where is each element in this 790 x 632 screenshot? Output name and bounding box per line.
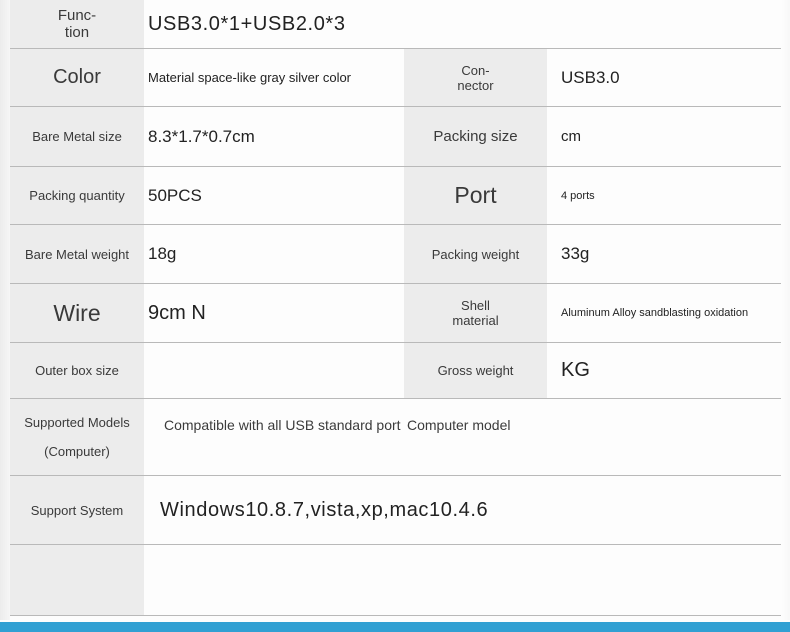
row-label-shell-material-line2: material: [452, 313, 498, 328]
row-label-bare-metal-weight: Bare Metal weight: [10, 225, 144, 283]
row-label-outer-box-size: Outer box size: [10, 343, 144, 398]
row-value-color: Material space-like gray silver color: [144, 49, 404, 106]
row-label-blank: [10, 545, 144, 615]
row-label-packing-quantity: Packing quantity: [10, 167, 144, 224]
row-label-function-line1: Func-: [58, 7, 96, 24]
row-label-packing-weight: Packing weight: [404, 225, 547, 283]
row-value-outer-box-size: [144, 343, 404, 398]
row-label-function: Func- tion: [10, 0, 144, 48]
row-label-supported-models-line2: (Computer): [44, 444, 110, 459]
row-value-packing-quantity: 50PCS: [144, 167, 404, 224]
row-value-shell-material: Aluminum Alloy sandblasting oxidation: [547, 284, 781, 342]
row-label-function-line2: tion: [65, 24, 89, 41]
table-row: Packing quantity 50PCS Port 4 ports: [0, 167, 790, 225]
row-value-support-system: Windows10.8.7,vista,xp,mac10.4.6: [144, 476, 781, 544]
row-value-packing-size: cm: [547, 107, 781, 166]
row-label-port: Port: [404, 167, 547, 224]
row-value-blank: [144, 545, 781, 615]
row-label-connector-line2: nector: [457, 78, 493, 93]
accent-bottom-bar: [0, 622, 790, 632]
row-label-connector-line1: Con-: [461, 63, 489, 78]
row-label-support-system: Support System: [10, 476, 144, 544]
table-row: Color Material space-like gray silver co…: [0, 49, 790, 107]
row-value-bare-metal-size: 8.3*1.7*0.7cm: [144, 107, 404, 166]
table-row: Bare Metal size 8.3*1.7*0.7cm Packing si…: [0, 107, 790, 167]
table-row: [0, 545, 790, 616]
supported-models-compatibility-text: Compatible with all USB standard port: [164, 417, 401, 433]
table-row: Outer box size Gross weight KG: [0, 343, 790, 399]
table-row: Support System Windows10.8.7,vista,xp,ma…: [0, 476, 790, 545]
table-row: Bare Metal weight 18g Packing weight 33g: [0, 225, 790, 284]
row-value-port: 4 ports: [547, 167, 781, 224]
row-value-supported-models: Compatible with all USB standard port Co…: [144, 399, 781, 475]
row-value-gross-weight: KG: [547, 343, 781, 398]
row-value-bare-metal-weight: 18g: [144, 225, 404, 283]
supported-models-text-group: Compatible with all USB standard port Co…: [148, 399, 781, 475]
row-label-shell-material-line1: Shell: [461, 298, 490, 313]
row-label-shell-material: Shell material: [404, 284, 547, 342]
table-row: Supported Models (Computer) Compatible w…: [0, 399, 790, 476]
row-label-wire: Wire: [10, 284, 144, 342]
row-value-connector: USB3.0: [547, 49, 781, 106]
row-label-gross-weight: Gross weight: [404, 343, 547, 398]
row-value-function: USB3.0*1+USB2.0*3: [144, 0, 781, 48]
row-label-bare-metal-size: Bare Metal size: [10, 107, 144, 166]
row-label-connector: Con- nector: [404, 49, 547, 106]
row-label-supported-models: Supported Models (Computer): [10, 399, 144, 475]
supported-models-computer-model-text: Computer model: [406, 417, 511, 433]
row-value-wire: 9cm N: [144, 284, 404, 342]
row-value-packing-weight: 33g: [547, 225, 781, 283]
table-row: Func- tion USB3.0*1+USB2.0*3: [0, 0, 790, 49]
row-label-packing-size: Packing size: [404, 107, 547, 166]
row-label-color: Color: [10, 49, 144, 106]
row-label-supported-models-line1: Supported Models: [24, 415, 130, 430]
product-spec-sheet: Func- tion USB3.0*1+USB2.0*3 Color Mater…: [0, 0, 790, 632]
table-row: Wire 9cm N Shell material Aluminum Alloy…: [0, 284, 790, 343]
